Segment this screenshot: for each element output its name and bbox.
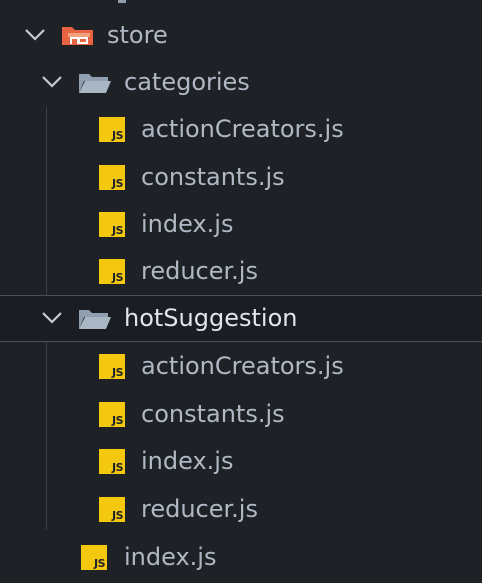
js-file-icon: JS <box>99 449 125 474</box>
partial-file-icon <box>118 0 126 3</box>
folder-label-categories: categories <box>124 68 250 96</box>
tree-file-categories-constants[interactable]: JS constants.js <box>0 154 482 201</box>
tree-file-hotSuggestion-constants[interactable]: JS constants.js <box>0 391 482 438</box>
tree-file-hotSuggestion-actionCreators[interactable]: JS actionCreators.js <box>0 343 482 390</box>
chevron-down-icon[interactable] <box>41 73 63 91</box>
store-folder-icon <box>62 27 93 45</box>
folder-label-store: store <box>107 21 168 49</box>
file-label: reducer.js <box>141 257 258 285</box>
js-file-icon: JS <box>99 497 125 522</box>
chevron-down-icon[interactable] <box>41 309 63 327</box>
file-label: actionCreators.js <box>141 352 344 380</box>
chevron-down-icon[interactable] <box>24 26 46 44</box>
file-label: reducer.js <box>141 495 258 523</box>
js-file-icon: JS <box>99 165 125 190</box>
tree-folder-hotSuggestion[interactable]: hotSuggestion <box>0 295 482 342</box>
tree-folder-store[interactable]: store <box>0 12 482 59</box>
js-file-icon: JS <box>99 354 125 379</box>
file-label: constants.js <box>141 400 285 428</box>
js-file-icon: JS <box>99 212 125 237</box>
tree-file-hotSuggestion-index[interactable]: JS index.js <box>0 438 482 485</box>
js-file-icon: JS <box>99 402 125 427</box>
folder-open-icon <box>79 310 111 329</box>
tree-file-categories-index[interactable]: JS index.js <box>0 201 482 248</box>
file-label: index.js <box>141 447 234 475</box>
folder-open-icon <box>79 74 111 93</box>
js-file-icon: JS <box>99 117 125 142</box>
tree-file-store-index[interactable]: JS index.js <box>0 534 482 581</box>
tree-folder-categories[interactable]: categories <box>0 59 482 106</box>
file-label: actionCreators.js <box>141 115 344 143</box>
folder-label-hotSuggestion: hotSuggestion <box>124 304 298 332</box>
tree-file-categories-actionCreators[interactable]: JS actionCreators.js <box>0 106 482 153</box>
file-explorer-tree: store categories JS actionCreators.js JS… <box>0 0 482 583</box>
file-label: index.js <box>141 210 234 238</box>
file-label: constants.js <box>141 163 285 191</box>
tree-file-hotSuggestion-reducer[interactable]: JS reducer.js <box>0 486 482 533</box>
file-label: index.js <box>124 543 217 571</box>
js-file-icon: JS <box>99 259 125 284</box>
tree-file-categories-reducer[interactable]: JS reducer.js <box>0 248 482 295</box>
js-file-icon: JS <box>81 545 107 570</box>
